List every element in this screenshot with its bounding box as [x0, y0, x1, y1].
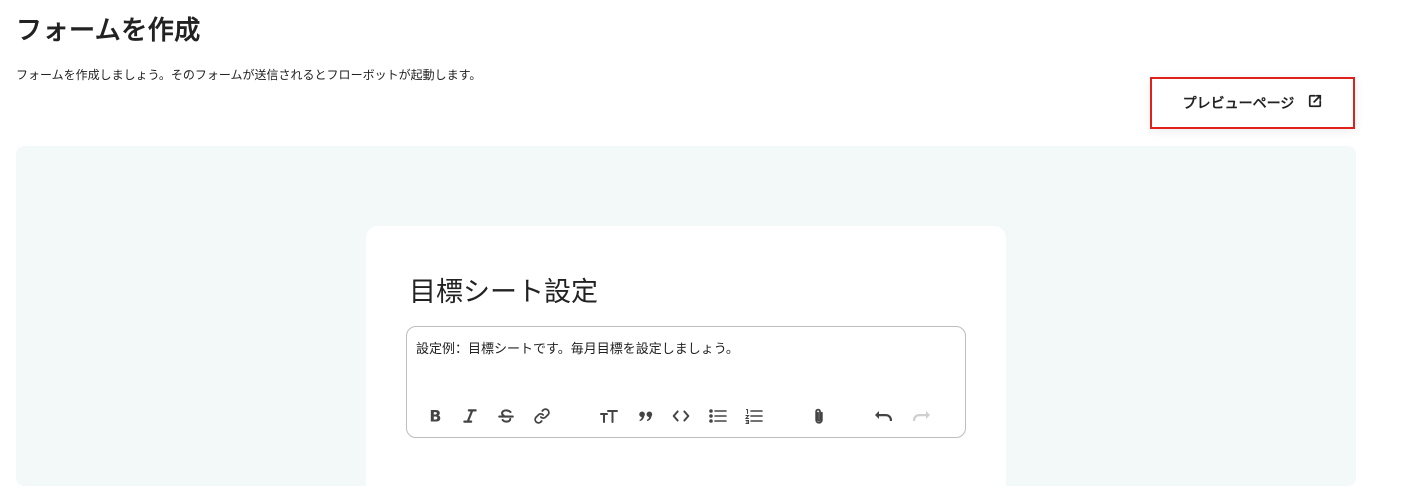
paperclip-icon[interactable]	[808, 405, 830, 427]
bold-icon[interactable]: B	[424, 405, 446, 427]
preview-page-button[interactable]: プレビューページ	[1150, 77, 1355, 129]
redo-icon[interactable]	[910, 405, 932, 427]
editor-text[interactable]: 設定例：目標シートです。毎月目標を設定しましょう。	[416, 338, 739, 357]
bullet-list-icon[interactable]	[707, 405, 729, 427]
external-link-icon	[1308, 94, 1322, 112]
preview-page-label: プレビューページ	[1182, 96, 1295, 112]
code-icon[interactable]	[670, 405, 692, 427]
quote-icon[interactable]	[635, 405, 657, 427]
page-description: フォームを作成しましょう。そのフォームが送信されるとフローボットが起動します。	[16, 68, 482, 82]
page-title: フォームを作成	[16, 16, 201, 46]
italic-icon[interactable]	[459, 405, 481, 427]
form-title[interactable]: 目標シート設定	[409, 270, 598, 309]
undo-icon[interactable]	[873, 405, 895, 427]
strikethrough-icon[interactable]	[495, 405, 517, 427]
heading-icon[interactable]	[598, 405, 620, 427]
numbered-list-icon[interactable]	[743, 405, 765, 427]
description-editor[interactable]: 設定例：目標シートです。毎月目標を設定しましょう。 B	[406, 326, 966, 438]
svg-text:B: B	[429, 407, 441, 425]
link-icon[interactable]	[531, 405, 553, 427]
